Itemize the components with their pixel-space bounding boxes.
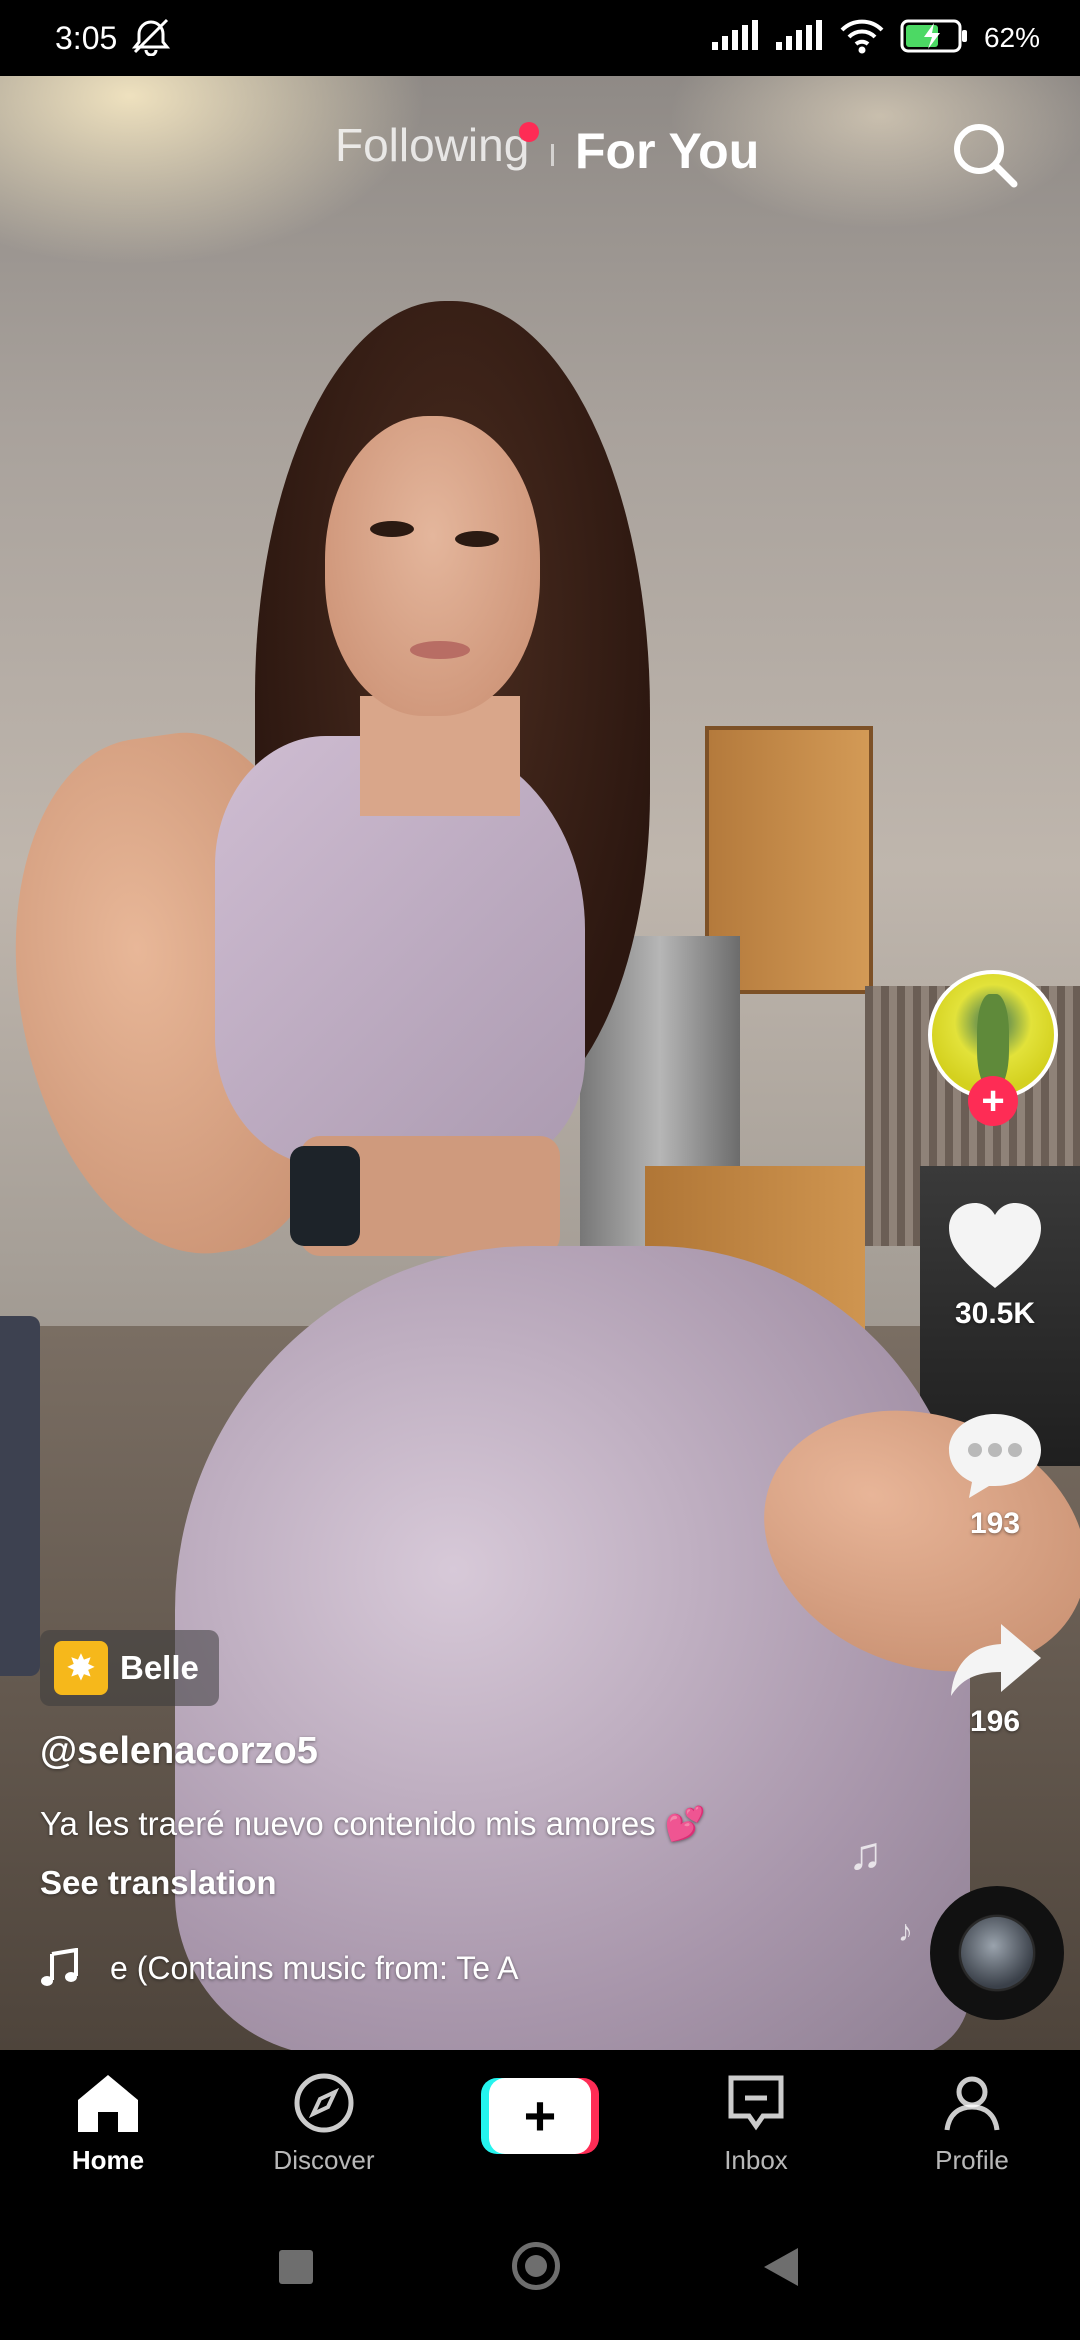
nav-inbox-label: Inbox [724,2145,788,2175]
like-count: 30.5K [954,1297,1036,1330]
following-notification-dot [519,122,539,142]
share-icon [951,1624,1041,1696]
status-right: 62% [710,18,1040,59]
create-button[interactable]: + [481,2078,599,2154]
status-left: 3:05 [55,16,173,61]
see-translation-link[interactable]: See translation [40,1864,277,1902]
person-watch [290,1146,360,1246]
bottom-nav: Home Discover + Inbox Profile [0,2050,1080,2200]
comment-icon [949,1414,1041,1498]
comment-action[interactable]: 193 [930,1410,1060,1541]
music-disc[interactable] [930,1886,1064,2020]
nav-inbox[interactable]: Inbox [676,2072,836,2176]
creator-username[interactable]: @selenacorzo5 [40,1730,318,1773]
tab-divider [551,144,554,166]
nav-profile-label: Profile [935,2145,1009,2175]
follow-button[interactable]: + [968,1076,1018,1126]
person-lips [410,641,470,659]
music-disc-cover [961,1917,1033,1989]
background-sofa [0,1316,40,1676]
profile-icon [944,2076,1000,2131]
nav-discover-label: Discover [273,2145,375,2175]
recents-button[interactable] [279,2250,313,2284]
wifi-icon [838,18,886,59]
like-action[interactable]: 30.5K [930,1200,1060,1331]
share-action[interactable]: 196 [930,1620,1060,1739]
floating-music-note-icon: ♫ [848,1827,883,1879]
music-row[interactable]: e (Contains music from: Te A [40,1948,540,1988]
tab-for-you[interactable]: For You [575,122,759,180]
sparkle-icon: ✸ [54,1641,108,1695]
home-icon [78,2075,138,2132]
tab-following[interactable]: Following [335,118,529,172]
battery-percent: 62% [983,22,1040,53]
nav-home[interactable]: Home [28,2072,188,2176]
status-time: 3:05 [55,19,118,56]
creator-avatar-group: + [928,970,1064,1126]
signal-icon [710,19,760,57]
share-count: 196 [969,1705,1021,1738]
nav-profile[interactable]: Profile [892,2072,1052,2176]
comment-count: 193 [969,1507,1021,1540]
music-title: e (Contains music from: Te A [110,1949,519,1986]
signal-icon-2 [774,19,824,57]
feed-tabs: Following For You [0,110,1080,190]
search-button[interactable] [948,118,1022,192]
effect-tag[interactable]: ✸ Belle [40,1630,219,1706]
nav-discover[interactable]: Discover [244,2072,404,2176]
battery-charging-icon [900,18,970,59]
person-eye-left [370,521,414,537]
nav-home-label: Home [71,2145,145,2175]
person-face [325,416,540,716]
heart-icon [949,1203,1041,1288]
status-bar: 3:05 62% [0,0,1080,76]
compass-icon [294,2073,354,2133]
effect-label: Belle [120,1649,199,1686]
video-caption: Ya les traeré nuevo contenido mis amores… [40,1805,706,1842]
home-system-button[interactable] [512,2242,560,2290]
avatar-figure [977,994,1009,1089]
system-nav-bar [0,2200,1080,2340]
music-note-icon [41,1948,78,1986]
muted-alarm-icon [129,16,173,61]
plus-icon: + [489,2078,591,2154]
person-skirt [175,1246,970,2050]
person-eye-right [455,531,499,547]
search-icon [954,124,1018,188]
home-system-button-dot [525,2255,547,2277]
floating-music-note-icon-small: ♪ [898,1915,913,1948]
back-button[interactable] [762,2246,800,2288]
inbox-icon [728,2075,784,2131]
